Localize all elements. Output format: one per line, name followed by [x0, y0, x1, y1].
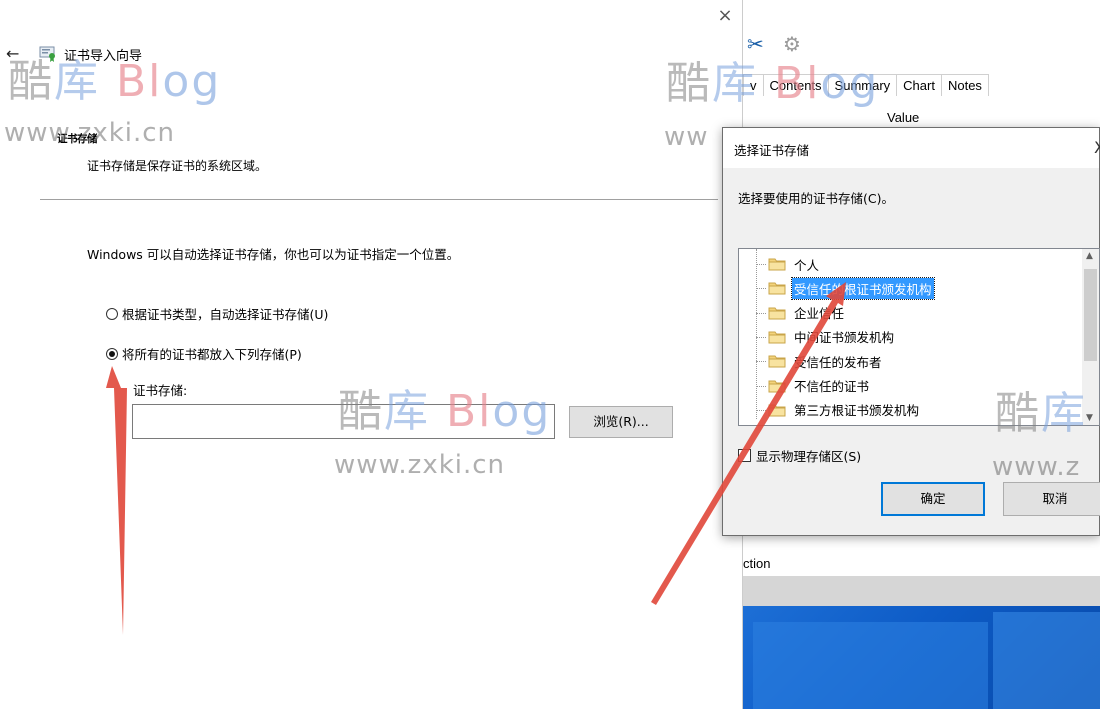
tree-connector: [756, 361, 766, 363]
dialog-title: 选择证书存储: [734, 143, 810, 158]
select-certificate-store-dialog: 选择证书存储 X 选择要使用的证书存储(C)。 个人受信任的根证书颁发机构企业信…: [722, 127, 1100, 536]
back-arrow-icon[interactable]: ←: [6, 44, 19, 64]
scrollbar-thumb[interactable]: [1084, 269, 1097, 361]
vertical-scrollbar[interactable]: ▲ ▼: [1082, 249, 1099, 425]
certificate-store-tree[interactable]: 个人受信任的根证书颁发机构企业信任中间证书颁发机构 受信任的发布者 不信任的证书第三…: [738, 248, 1100, 426]
scroll-down-icon[interactable]: ▼: [1086, 413, 1093, 423]
folder-icon: [768, 331, 786, 344]
certificate-store-label: 证书存储:: [133, 383, 188, 398]
show-physical-stores-checkbox[interactable]: 显示物理存储区(S): [738, 446, 861, 465]
tree-item-label: 中间证书颁发机构: [794, 330, 895, 346]
radio-place-all-in-store[interactable]: 将所有的证书都放入下列存储(P): [106, 344, 302, 363]
radio-button-selected[interactable]: [106, 347, 118, 360]
tree-item-label: 第三方根证书颁发机构: [794, 403, 920, 419]
tree-item-store[interactable]: 个人: [756, 253, 821, 275]
section-description: 证书存储是保存证书的系统区域。: [87, 159, 268, 173]
folder-icon: [768, 307, 786, 320]
tree-item-label: 受信任的根证书颁发机构: [791, 276, 935, 300]
tab-contents[interactable]: Contents: [762, 74, 829, 96]
close-icon[interactable]: ×: [715, 6, 735, 26]
gear-icon[interactable]: ⚙: [783, 32, 801, 56]
tree-item-store[interactable]: 受信任的发布者: [756, 350, 884, 372]
tree-item-label: 企业信任: [794, 306, 845, 322]
tree-connector: [756, 264, 766, 265]
radio-auto-label: 根据证书类型，自动选择证书存储(U): [122, 307, 329, 322]
folder-icon: [768, 258, 786, 271]
tab-partial[interactable]: v: [743, 74, 764, 96]
folder-icon: [768, 404, 786, 417]
folder-icon: [768, 282, 786, 295]
radio-manual-label: 将所有的证书都放入下列存储(P): [122, 347, 302, 362]
desktop-wallpaper: [743, 606, 1100, 709]
tree-item-store[interactable]: 受信任的根证书颁发机构: [756, 276, 935, 300]
tree-connector: [756, 288, 766, 290]
dialog-prompt: 选择要使用的证书存储(C)。: [738, 191, 894, 206]
value-column-header: Value: [887, 110, 920, 125]
tab-chart[interactable]: Chart: [896, 74, 942, 96]
wallpaper-pane: [753, 622, 988, 709]
certificate-import-wizard: × ← 证书导入向导 证书存储 证书存储是保存证书的系统区域。 Windows …: [0, 0, 742, 709]
tree-item-label: 受信任的发布者: [794, 354, 882, 370]
section-label-partial: ction: [743, 556, 771, 571]
ok-button[interactable]: 确定: [881, 482, 985, 516]
dialog-titlebar: 选择证书存储 X: [723, 128, 1100, 168]
folder-icon: [768, 380, 786, 392]
show-physical-stores-label: 显示物理存储区(S): [756, 449, 862, 464]
tab-strip: v Contents Summary Chart Notes: [743, 74, 989, 96]
tab-notes[interactable]: Notes: [940, 74, 989, 96]
status-bar: [743, 576, 1100, 606]
tree-item-label: 不信任的证书: [794, 379, 870, 394]
checkbox[interactable]: [738, 449, 751, 462]
section-title: 证书存储: [57, 133, 98, 145]
radio-auto-select-store[interactable]: 根据证书类型，自动选择证书存储(U): [106, 304, 328, 323]
header-divider: [40, 199, 718, 200]
tree-item-store[interactable]: 中间证书颁发机构: [756, 326, 896, 348]
tree-item-store[interactable]: 企业信任: [756, 302, 846, 324]
tree-item-label: 个人: [794, 257, 820, 273]
radio-button[interactable]: [106, 307, 118, 320]
folder-icon: [768, 355, 786, 368]
scroll-up-icon[interactable]: ▲: [1086, 251, 1093, 261]
tools-icon[interactable]: ✂: [747, 32, 764, 56]
wallpaper-pane: [993, 612, 1100, 709]
certificate-store-input[interactable]: [132, 404, 555, 439]
certificate-icon: [39, 46, 55, 62]
tree-item-store[interactable]: 第三方根证书颁发机构: [756, 399, 921, 421]
tree-connector: [756, 409, 766, 411]
tree-item-store[interactable]: 不信任的证书: [756, 375, 871, 397]
wizard-title: 证书导入向导: [64, 49, 143, 64]
tree-connector: [756, 385, 766, 387]
cancel-button[interactable]: 取消: [1003, 482, 1100, 516]
intro-text: Windows 可以自动选择证书存储，你也可以为证书指定一个位置。: [87, 247, 460, 262]
browse-button[interactable]: 浏览(R)...: [569, 406, 673, 438]
tree-connector: [756, 336, 766, 338]
close-icon[interactable]: X: [1094, 138, 1100, 157]
tab-summary[interactable]: Summary: [827, 74, 898, 96]
tree-connector: [756, 312, 766, 314]
